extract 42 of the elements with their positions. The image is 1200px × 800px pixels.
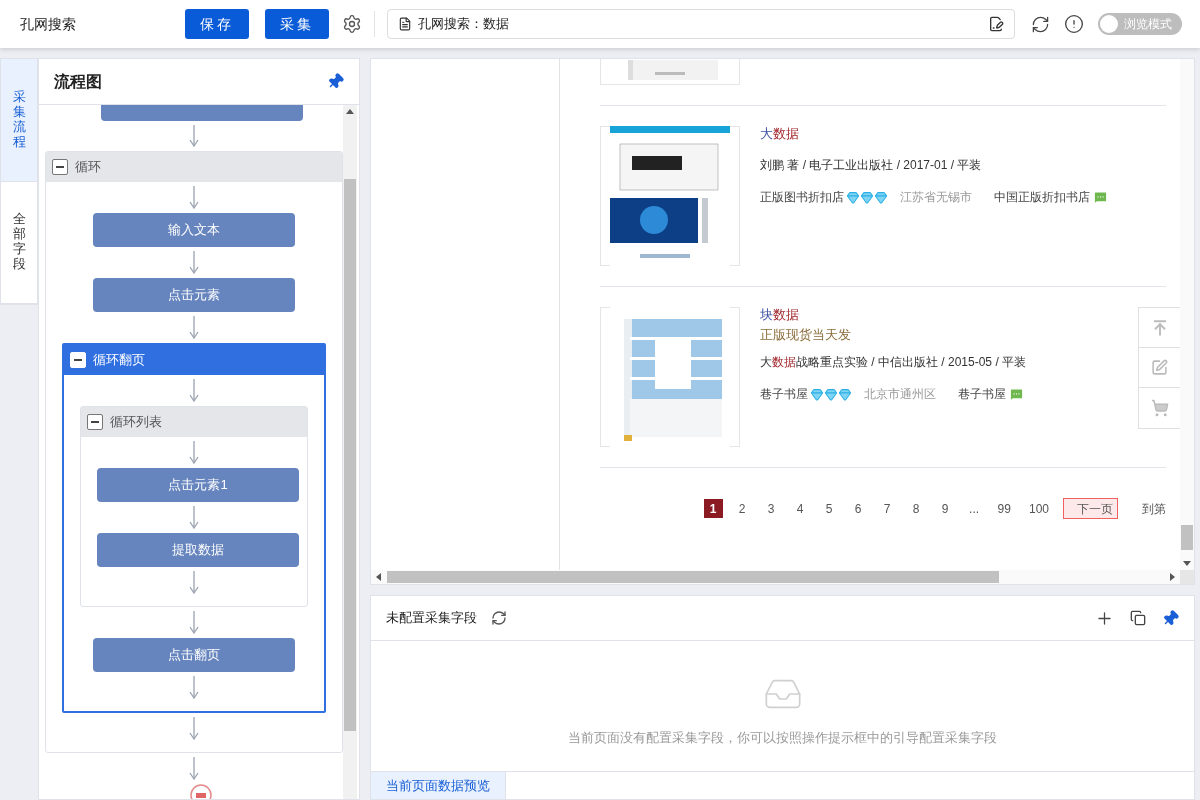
shop-name[interactable]: 正版图书折扣店 xyxy=(760,188,844,206)
shop-location: 北京市通州区 xyxy=(864,386,936,403)
loop-label: 循环翻页 xyxy=(93,351,145,370)
next-page-button[interactable]: 下一页 xyxy=(1063,498,1118,519)
page-link[interactable]: ... xyxy=(964,499,984,518)
goto-label: 到第 xyxy=(1142,500,1166,518)
flow-node[interactable]: 输入文本 xyxy=(93,213,295,247)
loop-label: 循环 xyxy=(75,158,101,177)
flow-node[interactable]: 点击翻页 xyxy=(93,638,295,672)
book-meta: 刘鹏 著 / 电子工业出版社 / 2017-01 / 平装 xyxy=(760,157,983,174)
loop-label: 循环列表 xyxy=(110,413,162,432)
flow-node[interactable]: 点击元素1 xyxy=(97,468,299,502)
book-meta: 大数据战略重点实验 / 中信出版社 / 2015-05 / 平装 xyxy=(760,354,1027,371)
fields-title: 未配置采集字段 xyxy=(386,609,477,628)
flow-node[interactable]: 点击元素 xyxy=(93,278,295,312)
empty-message: 当前页面没有配置采集字段，你可以按照操作提示框中的引导配置采集字段 xyxy=(568,729,997,748)
page-link[interactable]: 99 xyxy=(993,499,1015,518)
book-title[interactable]: 大数据 xyxy=(760,126,1108,142)
page-link[interactable]: 6 xyxy=(848,499,868,518)
side-tab[interactable]: 采集流程 xyxy=(1,59,37,182)
panel-title: 流程图 xyxy=(54,71,103,92)
seller-name[interactable]: 中国正版折扣书店 xyxy=(994,188,1090,206)
page-link[interactable]: 8 xyxy=(906,499,926,518)
address-field[interactable]: 孔网搜索：数据 xyxy=(387,9,1015,39)
seller-name[interactable]: 巷子书屋 xyxy=(958,385,1006,403)
app-title: 孔网搜索 xyxy=(20,14,77,34)
book-note: 正版现货当天发 xyxy=(760,327,852,343)
shop-name[interactable]: 巷子书屋 xyxy=(760,385,808,403)
page-link[interactable]: 3 xyxy=(761,499,781,518)
preview-tab[interactable]: 当前页面数据预览 xyxy=(371,772,506,799)
book-title[interactable]: 块数据 xyxy=(760,307,1027,323)
page-link[interactable]: 4 xyxy=(790,499,810,518)
page-link[interactable]: 2 xyxy=(732,499,752,518)
shop-location: 江苏省无锡市 xyxy=(900,189,972,206)
toolbar-button[interactable]: 采集 xyxy=(265,9,329,39)
page-link[interactable]: 5 xyxy=(819,499,839,518)
toolbar-button[interactable]: 保存 xyxy=(185,9,249,39)
page-link[interactable]: 9 xyxy=(935,499,955,518)
flow-node[interactable]: 提取数据 xyxy=(97,533,299,567)
page-link[interactable]: 1 xyxy=(703,499,723,518)
page-link[interactable]: 7 xyxy=(877,499,897,518)
page-link[interactable]: 100 xyxy=(1024,499,1053,518)
